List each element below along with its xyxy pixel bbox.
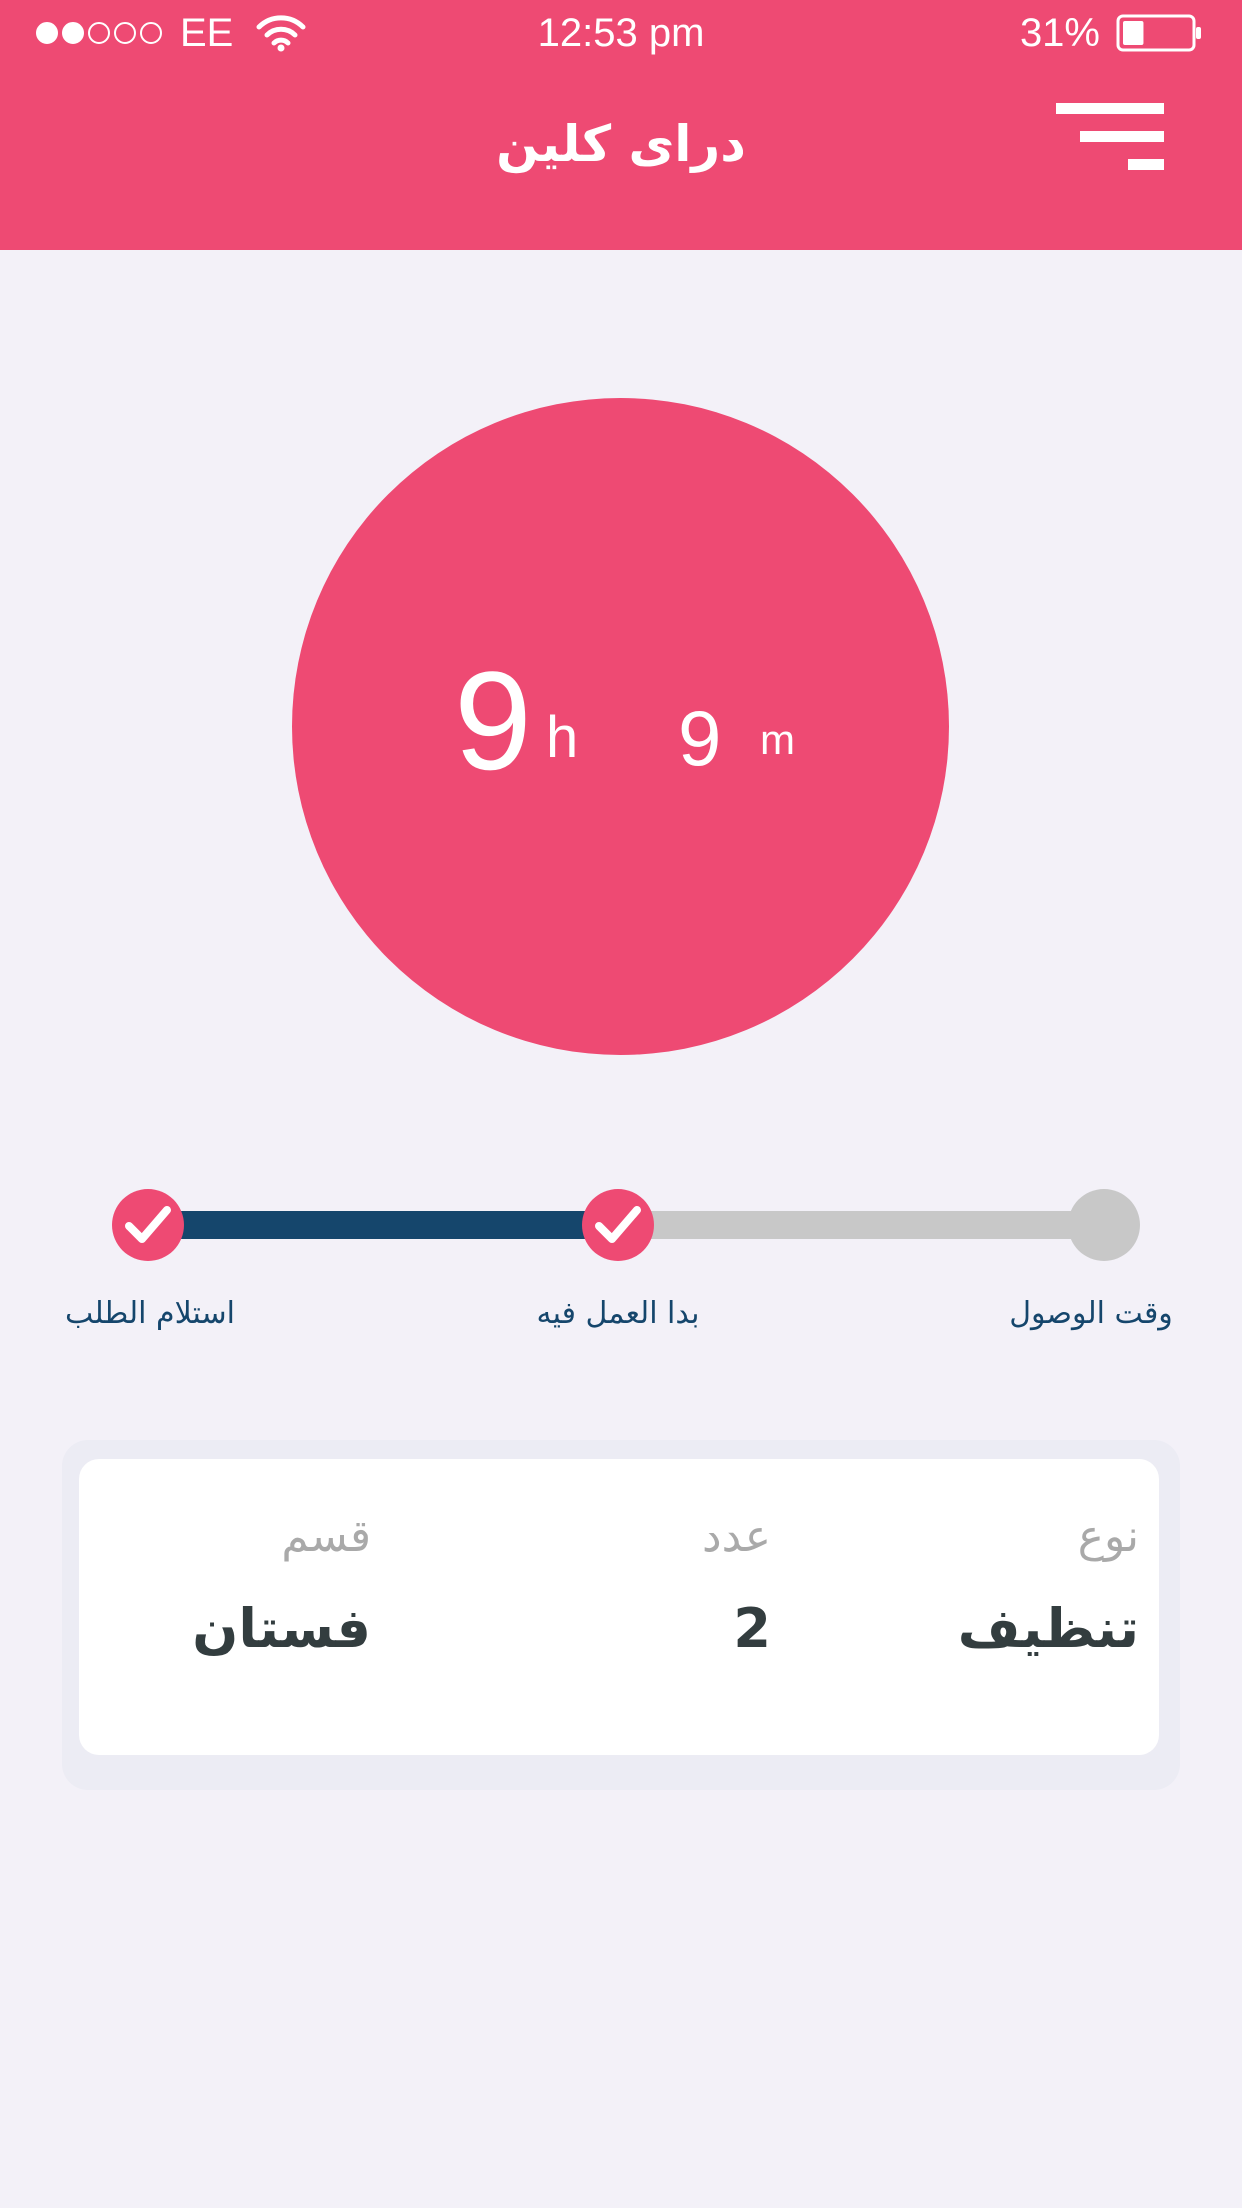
step-label-order-received: استلام الطلب [64, 1296, 236, 1331]
step-label-work-started: بدا العمل فيه [536, 1296, 700, 1331]
order-category-label: قسم [281, 1511, 371, 1562]
hours-unit: h [546, 705, 579, 770]
step-label-arrival-time: وقت الوصول [1009, 1296, 1173, 1331]
check-icon [125, 1206, 171, 1243]
order-category-value: فستان [192, 1597, 371, 1660]
order-progress-fill [148, 1211, 592, 1239]
order-type-label: نوع [1077, 1511, 1139, 1562]
app-header: EE 12:53 pm 31% دراى كلين [0, 0, 1242, 250]
minutes-value: 9 [678, 694, 722, 782]
battery-percentage: 31% [1019, 11, 1100, 55]
order-details-card: نوع تنظيف عدد 2 قسم فستان [79, 1459, 1159, 1755]
hours-value: 9 [454, 642, 532, 799]
order-count-value: 2 [733, 1597, 771, 1660]
step-marker-arrival-time [1068, 1189, 1140, 1261]
step-marker-work-started [582, 1189, 654, 1261]
menu-button[interactable] [1050, 100, 1170, 180]
step-marker-order-received [112, 1189, 184, 1261]
elapsed-time-display: 9 h 9 m [292, 398, 949, 1055]
battery-icon [1116, 14, 1201, 52]
status-bar: EE 12:53 pm 31% [0, 0, 1242, 66]
order-type-column: نوع تنظيف [769, 1459, 1139, 1755]
check-icon [595, 1206, 641, 1243]
order-count-label: عدد [702, 1511, 771, 1562]
order-type-value: تنظيف [957, 1597, 1139, 1660]
order-category-column: قسم فستان [99, 1459, 371, 1755]
elapsed-time-circle: 9 h 9 m [292, 398, 949, 1055]
order-count-column: عدد 2 [399, 1459, 771, 1755]
minutes-unit: m [760, 716, 795, 763]
